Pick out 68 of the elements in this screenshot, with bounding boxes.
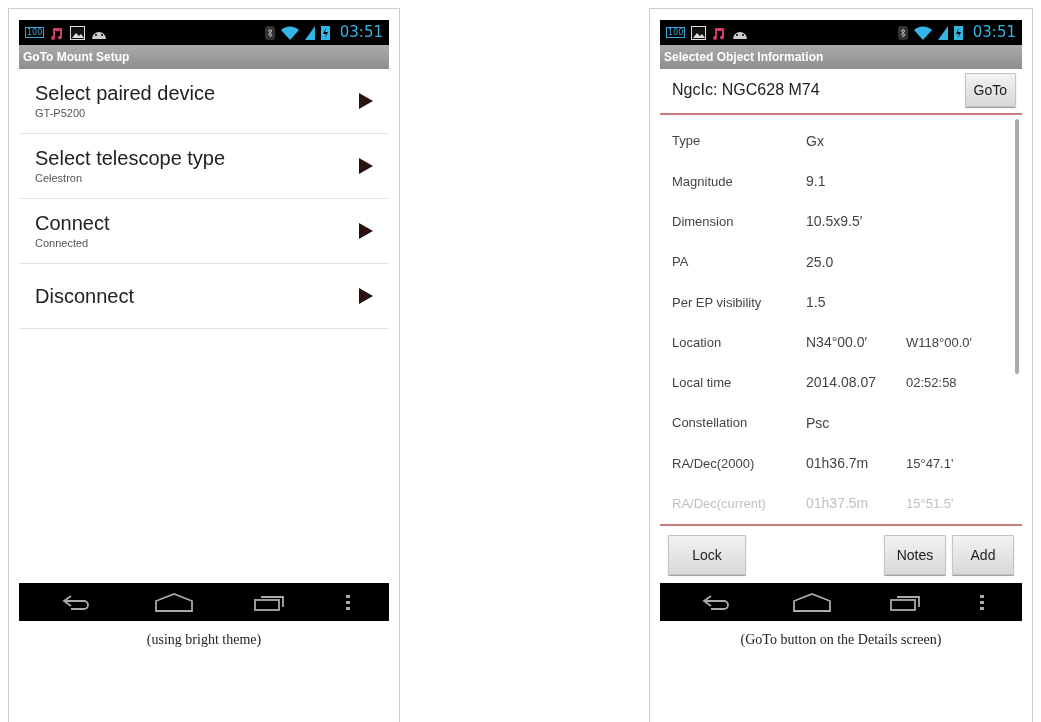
- item-title: Connect: [35, 210, 111, 235]
- music-note-icon: [712, 25, 727, 40]
- menu-item[interactable]: Disconnect: [19, 264, 389, 329]
- arrow-icon: [359, 158, 373, 174]
- action-button[interactable]: Notes: [884, 535, 946, 575]
- row-label: Constellation: [672, 414, 749, 433]
- battery-icon: [320, 25, 330, 40]
- item-title: Select telescope type: [35, 145, 227, 170]
- row-value: 01h36.7m: [806, 454, 870, 473]
- action-button[interactable]: Lock: [668, 535, 746, 575]
- row-value: 10.5x9.5′: [806, 212, 864, 232]
- battery-percent-icon: 100: [666, 27, 686, 38]
- row-value: 25.0: [806, 252, 835, 272]
- row-value: 9.1: [806, 171, 827, 191]
- caption: (GoTo button on the Details screen): [739, 631, 943, 649]
- object-name: NgcIc: NGC628 M74: [672, 80, 820, 100]
- row-label: Magnitude: [672, 172, 734, 191]
- row-value: 15°47.1': [906, 454, 954, 473]
- item-title: Disconnect: [35, 284, 135, 308]
- row-value: Gx: [806, 131, 825, 151]
- goto-button[interactable]: GoTo: [964, 73, 1016, 107]
- row-label: RA/Dec(current): [672, 495, 767, 514]
- item-subtitle: GT-P5200: [35, 105, 87, 121]
- arrow-icon: [359, 223, 373, 239]
- row-label: Local time: [672, 374, 733, 393]
- row-label: Location: [672, 333, 723, 352]
- menu-icon[interactable]: [979, 594, 984, 610]
- arrow-icon: [359, 93, 373, 109]
- row-label: Per EP visibility: [672, 293, 763, 312]
- image-icon: [70, 25, 86, 40]
- caption: (using bright theme): [145, 631, 263, 649]
- action-button[interactable]: Add: [952, 535, 1014, 575]
- row-value: W118°00.0′: [906, 333, 972, 352]
- battery-percent-icon: 100: [25, 27, 45, 38]
- battery-icon: [953, 25, 963, 40]
- row-label: Dimension: [672, 213, 735, 231]
- row-label: Type: [672, 132, 702, 151]
- status-time: 03:51: [339, 22, 383, 44]
- bluetooth-icon: [897, 25, 908, 40]
- row-value: 15°51.5': [906, 495, 954, 514]
- menu-item[interactable]: Select paired device GT-P5200: [19, 69, 389, 134]
- wifi-icon: [280, 25, 299, 40]
- item-title: Select paired device: [35, 80, 217, 105]
- row-label: RA/Dec(2000): [672, 454, 756, 473]
- title-bar: Selected Object Information: [660, 45, 1022, 69]
- status-time: 03:51: [972, 22, 1016, 44]
- home-icon[interactable]: [153, 592, 194, 612]
- title-bar: GoTo Mount Setup: [19, 45, 389, 69]
- menu-icon[interactable]: [345, 594, 350, 610]
- arrow-icon: [359, 288, 373, 304]
- menu-item[interactable]: Connect Connected: [19, 199, 389, 264]
- row-value: 02:52:58: [906, 374, 957, 393]
- menu-item[interactable]: Select telescope type Celestron: [19, 134, 389, 199]
- row-value: 2014.08.07: [806, 373, 878, 393]
- signal-icon: [937, 25, 948, 40]
- image-icon: [691, 25, 707, 40]
- row-value: 1.5: [806, 292, 827, 312]
- music-note-icon: [50, 25, 65, 40]
- bluetooth-icon: [264, 25, 275, 40]
- item-subtitle: Celestron: [35, 170, 84, 186]
- home-icon[interactable]: [791, 592, 832, 612]
- signal-icon: [304, 25, 315, 40]
- row-value: 01h37.5m: [806, 494, 870, 514]
- row-label: PA: [672, 253, 690, 272]
- wifi-icon: [913, 25, 932, 40]
- row-value: Psc: [806, 413, 831, 433]
- item-subtitle: Connected: [35, 235, 90, 251]
- row-value: N34°00.0′: [806, 333, 869, 353]
